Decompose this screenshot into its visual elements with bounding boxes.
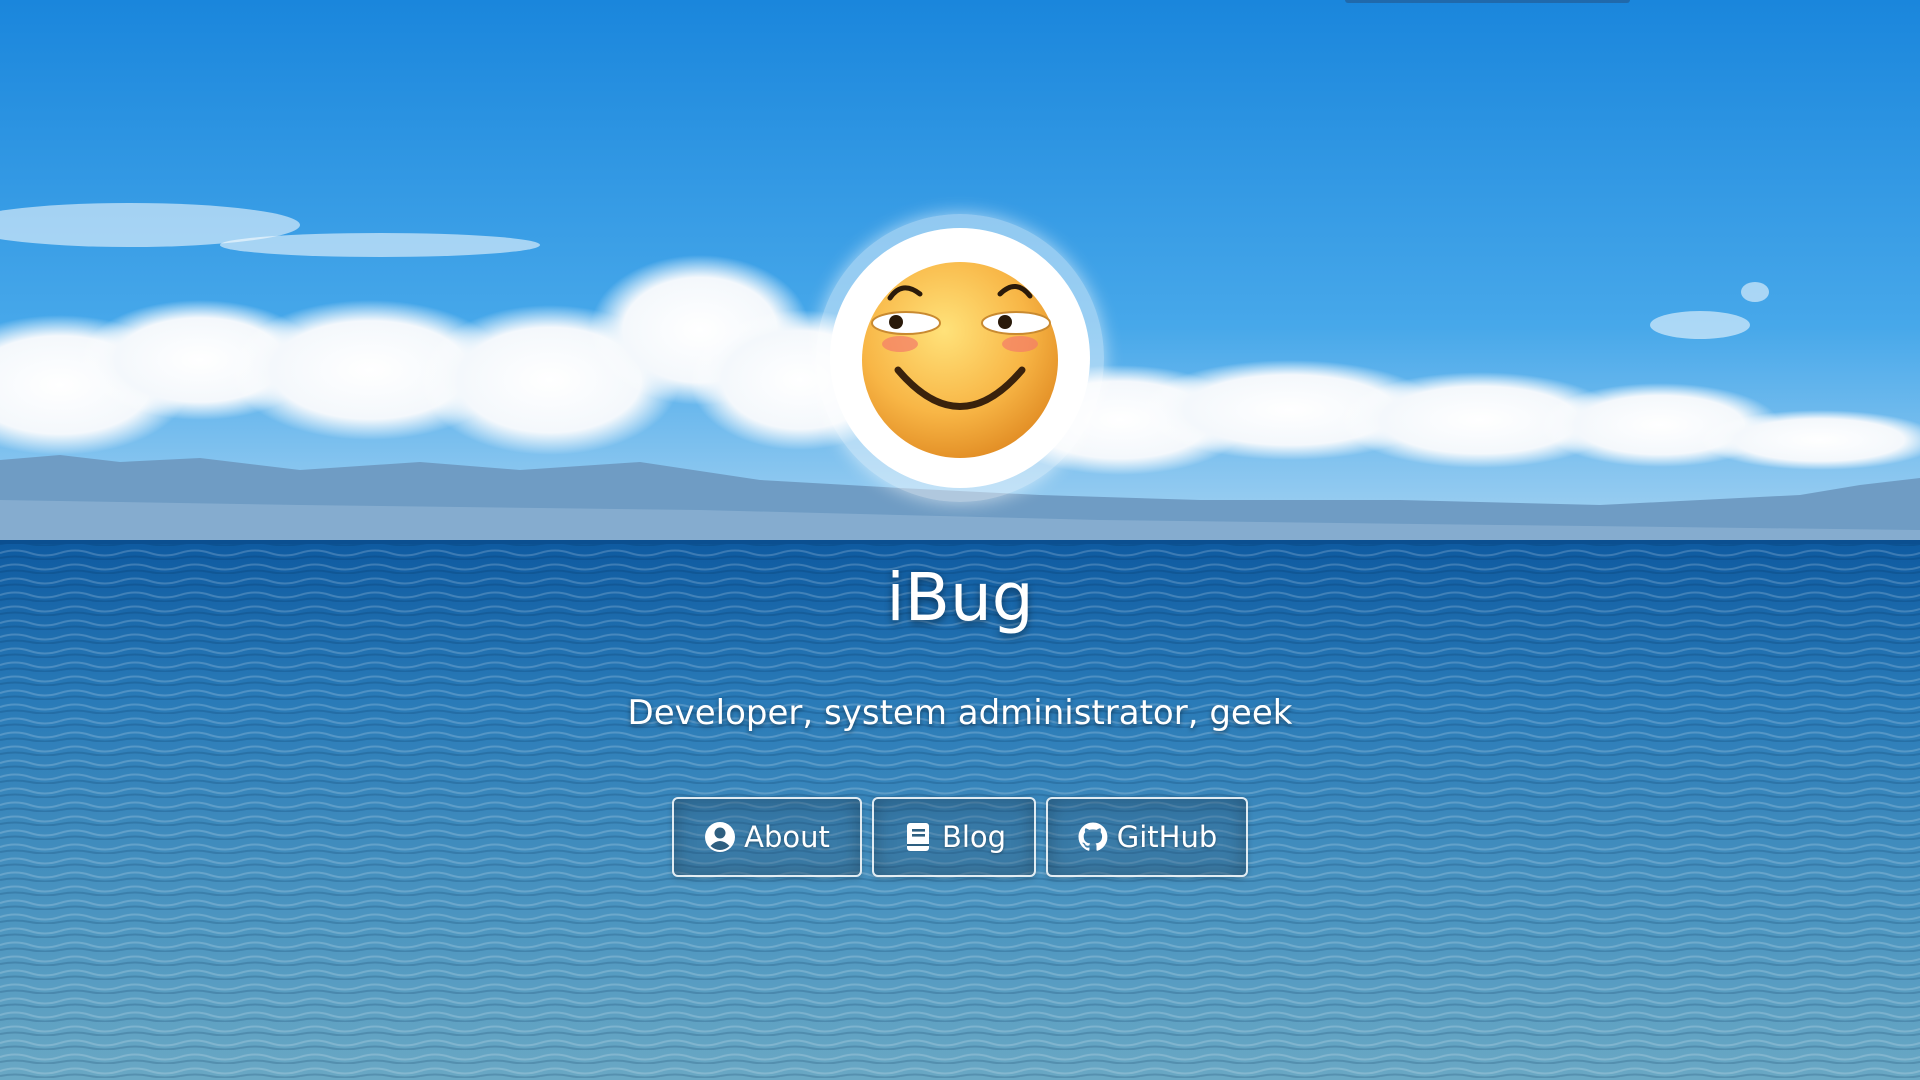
about-label: About <box>744 820 830 854</box>
avatar-image <box>830 228 1090 488</box>
github-icon <box>1077 821 1109 853</box>
about-button[interactable]: About <box>672 797 862 877</box>
grinning-smirk-emoji-icon <box>862 262 1058 458</box>
hero-section: iBug Developer, system administrator, ge… <box>0 0 1920 1080</box>
book-icon <box>902 821 934 853</box>
blog-label: Blog <box>941 820 1007 854</box>
site-tagline: Developer, system administrator, geek <box>627 693 1293 733</box>
main-nav: About Blog GitHub <box>0 797 1920 877</box>
blog-button[interactable]: Blog <box>872 797 1036 877</box>
github-label: GitHub <box>1116 820 1218 854</box>
site-title: iBug <box>886 559 1034 636</box>
avatar <box>816 214 1104 502</box>
user-circle-icon <box>704 821 736 853</box>
github-button[interactable]: GitHub <box>1046 797 1248 877</box>
